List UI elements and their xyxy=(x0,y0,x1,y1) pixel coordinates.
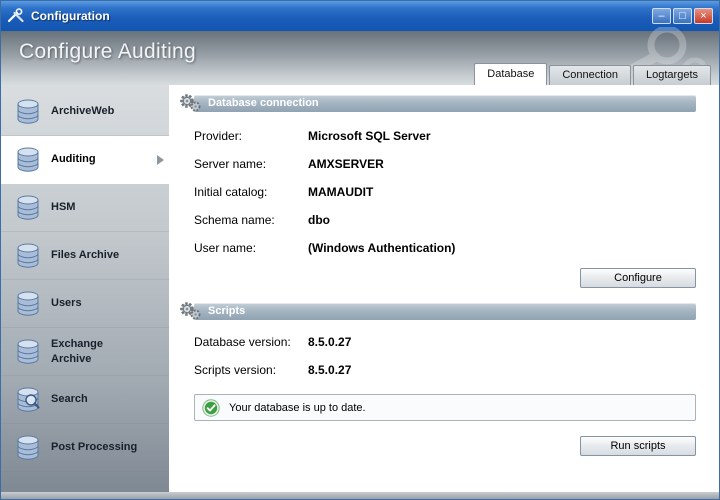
field-label: Initial catalog: xyxy=(194,185,308,199)
window-title: Configuration xyxy=(31,9,110,23)
sidebar-item-exchange-archive[interactable]: Exchange Archive xyxy=(1,328,169,376)
window-footer xyxy=(1,492,719,499)
field-label: Database version: xyxy=(194,335,308,349)
sidebar-item-post-processing[interactable]: Post Processing xyxy=(1,424,169,472)
configure-button[interactable]: Configure xyxy=(580,268,696,288)
selected-item-arrow-icon xyxy=(157,155,164,165)
field-value: dbo xyxy=(308,213,330,227)
tab-strip: Database Connection Logtargets xyxy=(472,63,711,85)
scripts-fields: Database version: 8.5.0.27 Scripts versi… xyxy=(194,328,696,384)
field-value: 8.5.0.27 xyxy=(308,335,351,349)
maximize-button[interactable]: □ xyxy=(673,8,692,24)
sidebar-item-label: Auditing xyxy=(51,152,139,166)
run-scripts-button[interactable]: Run scripts xyxy=(580,436,696,456)
field-row-user-name: User name: (Windows Authentication) xyxy=(194,234,696,262)
gears-icon xyxy=(178,300,202,328)
page-title: Configure Auditing xyxy=(19,40,196,64)
tab-connection[interactable]: Connection xyxy=(549,65,631,85)
tab-logtargets[interactable]: Logtargets xyxy=(633,65,711,85)
green-check-icon xyxy=(202,399,220,417)
field-label: Server name: xyxy=(194,157,308,171)
status-message: Your database is up to date. xyxy=(229,402,366,414)
field-label: Scripts version: xyxy=(194,363,308,377)
field-label: Schema name: xyxy=(194,213,308,227)
run-scripts-button-row: Run scripts xyxy=(194,436,696,456)
scripts-section-header: Scripts xyxy=(194,303,696,320)
configure-button-row: Configure xyxy=(194,268,696,288)
sidebar-item-label: HSM xyxy=(51,200,139,214)
post-processing-database-icon xyxy=(13,434,43,462)
auditing-database-icon xyxy=(13,146,43,174)
sidebar-item-label: Users xyxy=(51,296,139,310)
field-label: Provider: xyxy=(194,129,308,143)
tab-database[interactable]: Database xyxy=(474,63,547,85)
field-row-scripts-version: Scripts version: 8.5.0.27 xyxy=(194,356,696,384)
configuration-tools-icon xyxy=(7,8,25,24)
field-value: 8.5.0.27 xyxy=(308,363,351,377)
minimize-button[interactable]: – xyxy=(652,8,671,24)
window-controls: – □ × xyxy=(652,8,713,24)
page-header: Configure Auditing Database Connection L… xyxy=(1,31,719,85)
field-value: Microsoft SQL Server xyxy=(308,129,430,143)
configuration-window: Configuration – □ × Configure Auditing D… xyxy=(0,0,720,500)
field-value: AMXSERVER xyxy=(308,157,384,171)
field-row-provider: Provider: Microsoft SQL Server xyxy=(194,122,696,150)
section-title: Database connection xyxy=(208,97,319,109)
sidebar-item-label: Search xyxy=(51,392,139,406)
sidebar-item-label: Exchange Archive xyxy=(51,337,139,366)
gears-icon xyxy=(178,92,202,120)
hsm-database-icon xyxy=(13,194,43,222)
field-value: (Windows Authentication) xyxy=(308,241,455,255)
sidebar-item-hsm[interactable]: HSM xyxy=(1,184,169,232)
field-row-initial-catalog: Initial catalog: MAMAUDIT xyxy=(194,178,696,206)
files-archive-database-icon xyxy=(13,242,43,270)
close-button[interactable]: × xyxy=(694,8,713,24)
window-body: ArchiveWeb Auditing xyxy=(1,85,719,492)
field-label: User name: xyxy=(194,241,308,255)
archiveweb-database-icon xyxy=(13,98,43,126)
database-connection-section-header: Database connection xyxy=(194,95,696,112)
sidebar-item-users[interactable]: Users xyxy=(1,280,169,328)
sidebar-item-label: Files Archive xyxy=(51,248,139,262)
sidebar-item-archiveweb[interactable]: ArchiveWeb xyxy=(1,88,169,136)
main-content: Database connection Provider: Microsoft … xyxy=(169,85,719,499)
sidebar-item-files-archive[interactable]: Files Archive xyxy=(1,232,169,280)
field-row-database-version: Database version: 8.5.0.27 xyxy=(194,328,696,356)
sidebar-item-label: ArchiveWeb xyxy=(51,104,139,118)
database-status-box: Your database is up to date. xyxy=(194,394,696,421)
search-database-icon xyxy=(13,386,43,414)
sidebar-item-label: Post Processing xyxy=(51,440,139,454)
exchange-archive-database-icon xyxy=(13,338,43,366)
sidebar-item-auditing[interactable]: Auditing xyxy=(1,136,169,184)
field-row-schema-name: Schema name: dbo xyxy=(194,206,696,234)
sidebar: ArchiveWeb Auditing xyxy=(1,85,169,499)
field-row-server-name: Server name: AMXSERVER xyxy=(194,150,696,178)
users-database-icon xyxy=(13,290,43,318)
field-value: MAMAUDIT xyxy=(308,185,373,199)
sidebar-item-search[interactable]: Search xyxy=(1,376,169,424)
section-title: Scripts xyxy=(208,305,245,317)
